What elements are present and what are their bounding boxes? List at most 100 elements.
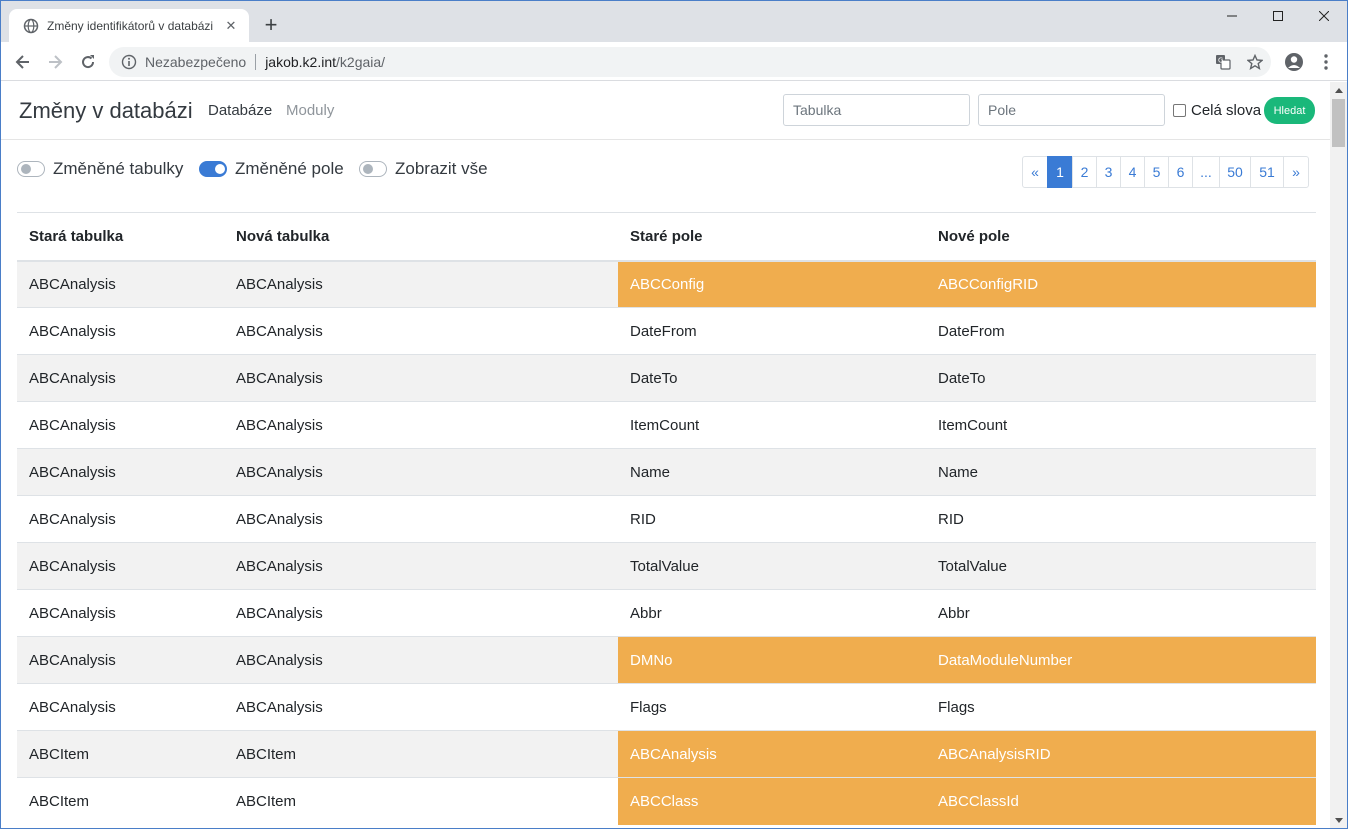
cell-new-table: ABCAnalysis: [224, 448, 618, 496]
app-brand[interactable]: Změny v databázi: [19, 98, 193, 124]
cell-new-table: ABCAnalysis: [224, 683, 618, 731]
cell-old-table: ABCAnalysis: [17, 448, 224, 496]
table-row: ABCAnalysis ABCAnalysis Abbr Abbr: [17, 589, 1316, 637]
cell-new-field: Flags: [926, 683, 1316, 731]
toggle-label: Změněné tabulky: [53, 159, 184, 178]
bookmark-star-icon[interactable]: [1239, 47, 1271, 77]
page-50[interactable]: 50: [1219, 156, 1251, 188]
browser-toolbar: Nezabezpečeno jakob.k2.int/k2gaia/ G: [1, 42, 1347, 81]
page-2[interactable]: 2: [1072, 156, 1097, 188]
cell-new-table: ABCAnalysis: [224, 589, 618, 637]
forward-button[interactable]: [41, 48, 69, 76]
toggle-changed-fields[interactable]: Změněné pole: [199, 159, 344, 179]
cell-old-field: TotalValue: [618, 542, 926, 590]
cell-old-field: ABCAnalysis: [618, 730, 926, 778]
toggle-knob: [215, 164, 225, 174]
minimize-button[interactable]: [1209, 1, 1255, 31]
table-header-row: Stará tabulka Nová tabulka Staré pole No…: [17, 212, 1316, 262]
cell-old-table: ABCAnalysis: [17, 260, 224, 308]
arrow-right-icon: [49, 55, 63, 69]
page-3[interactable]: 3: [1096, 156, 1121, 188]
toggle-show-all[interactable]: Zobrazit vše: [359, 159, 488, 179]
address-bar[interactable]: Nezabezpečeno jakob.k2.int/k2gaia/ G: [109, 47, 1271, 77]
cell-old-field: ItemCount: [618, 401, 926, 449]
whole-words-label: Celá slova: [1191, 102, 1262, 119]
browser-menu-button[interactable]: [1312, 48, 1340, 76]
search-button[interactable]: Hledat: [1264, 97, 1315, 124]
arrow-left-icon: [15, 55, 29, 69]
scroll-up-button[interactable]: [1330, 82, 1347, 99]
table-row: ABCAnalysis ABCAnalysis ABCConfig ABCConfig…: [17, 260, 1316, 308]
address-separator: [255, 54, 257, 70]
cell-new-table: ABCAnalysis: [224, 542, 618, 590]
table-row: ABCItem ABCItem ABCAnalysis ABCAnalysisRID: [17, 730, 1316, 778]
page-1[interactable]: 1: [1047, 156, 1073, 188]
cell-old-table: ABCAnalysis: [17, 542, 224, 590]
cell-new-field: ABCAnalysisRID: [926, 730, 1316, 778]
whole-words-box[interactable]: [1173, 104, 1186, 117]
cell-new-field: DataModuleNumber: [926, 636, 1316, 684]
maximize-button[interactable]: [1255, 1, 1301, 31]
browser-tab[interactable]: Změny identifikátorů v databázi ✕: [9, 9, 249, 42]
cell-old-field: ABCConfig: [618, 260, 926, 308]
toggle-switch[interactable]: [17, 161, 45, 177]
translate-icon[interactable]: G: [1207, 47, 1239, 77]
table-row: ABCAnalysis ABCAnalysis TotalValue TotalVal…: [17, 542, 1316, 590]
cell-new-table: ABCAnalysis: [224, 307, 618, 355]
table-search-input[interactable]: [783, 94, 970, 126]
toggle-changed-tables[interactable]: Změněné tabulky: [17, 159, 183, 179]
toggle-knob: [363, 164, 373, 174]
cell-old-field: Name: [618, 448, 926, 496]
header-new-table: Nová tabulka: [224, 212, 618, 262]
page-51[interactable]: 51: [1250, 156, 1284, 188]
table-row: ABCAnalysis ABCAnalysis DateTo DateTo: [17, 354, 1316, 402]
cell-new-table: ABCAnalysis: [224, 636, 618, 684]
toggle-switch[interactable]: [359, 161, 387, 177]
page-5[interactable]: 5: [1144, 156, 1169, 188]
header-new-field: Nové pole: [926, 212, 1316, 262]
pagination: «1 2 3 4 5 6... 50 51»: [1022, 156, 1309, 188]
toggle-knob: [21, 164, 31, 174]
page-scrollbar[interactable]: [1330, 82, 1347, 828]
close-window-button[interactable]: [1301, 1, 1347, 31]
field-search-input[interactable]: [978, 94, 1165, 126]
table-row: ABCAnalysis ABCAnalysis DMNo DataModuleNumb…: [17, 636, 1316, 684]
cell-old-field: DateFrom: [618, 307, 926, 355]
scroll-down-button[interactable]: [1330, 812, 1347, 828]
new-tab-button[interactable]: +: [259, 12, 283, 37]
tab-title: Změny identifikátorů v databázi: [47, 18, 214, 33]
nav-link-moduly[interactable]: Moduly: [286, 102, 334, 119]
profile-button[interactable]: [1280, 48, 1308, 76]
table-row: ABCAnalysis ABCAnalysis Name Name: [17, 448, 1316, 496]
caret-down-icon: [1334, 818, 1343, 823]
whole-words-checkbox[interactable]: Celá slova: [1173, 102, 1261, 119]
reload-button[interactable]: [74, 48, 102, 76]
toggle-switch[interactable]: [199, 161, 227, 177]
cell-old-field: DMNo: [618, 636, 926, 684]
page-6[interactable]: 6: [1168, 156, 1193, 188]
cell-new-table: ABCItem: [224, 777, 618, 825]
cell-new-field: ABCConfigRID: [926, 260, 1316, 308]
page-4[interactable]: 4: [1120, 156, 1145, 188]
close-icon: [1319, 11, 1329, 21]
close-tab-icon[interactable]: ✕: [223, 18, 239, 34]
cell-old-table: ABCAnalysis: [17, 495, 224, 543]
reload-icon: [82, 55, 95, 69]
back-button[interactable]: [9, 48, 37, 76]
info-icon[interactable]: [121, 54, 137, 70]
toggle-label: Zobrazit vše: [395, 159, 488, 178]
page-next[interactable]: »: [1283, 156, 1309, 188]
page-prev[interactable]: «: [1022, 156, 1048, 188]
page-ellipsis[interactable]: ...: [1192, 156, 1220, 188]
cell-old-field: Abbr: [618, 589, 926, 637]
cell-old-table: ABCAnalysis: [17, 589, 224, 637]
nav-link-databaze[interactable]: Databáze: [208, 102, 272, 119]
table-row: ABCAnalysis ABCAnalysis DateFrom DateFrom: [17, 307, 1316, 355]
page-viewport: Změny v databázi Databáze Moduly Celá sl…: [1, 82, 1330, 828]
scroll-thumb[interactable]: [1332, 99, 1345, 147]
minimize-icon: [1227, 15, 1237, 17]
globe-icon: [23, 18, 39, 34]
cell-old-table: ABCItem: [17, 730, 224, 778]
cell-new-table: ABCAnalysis: [224, 354, 618, 402]
cell-new-field: DateTo: [926, 354, 1316, 402]
